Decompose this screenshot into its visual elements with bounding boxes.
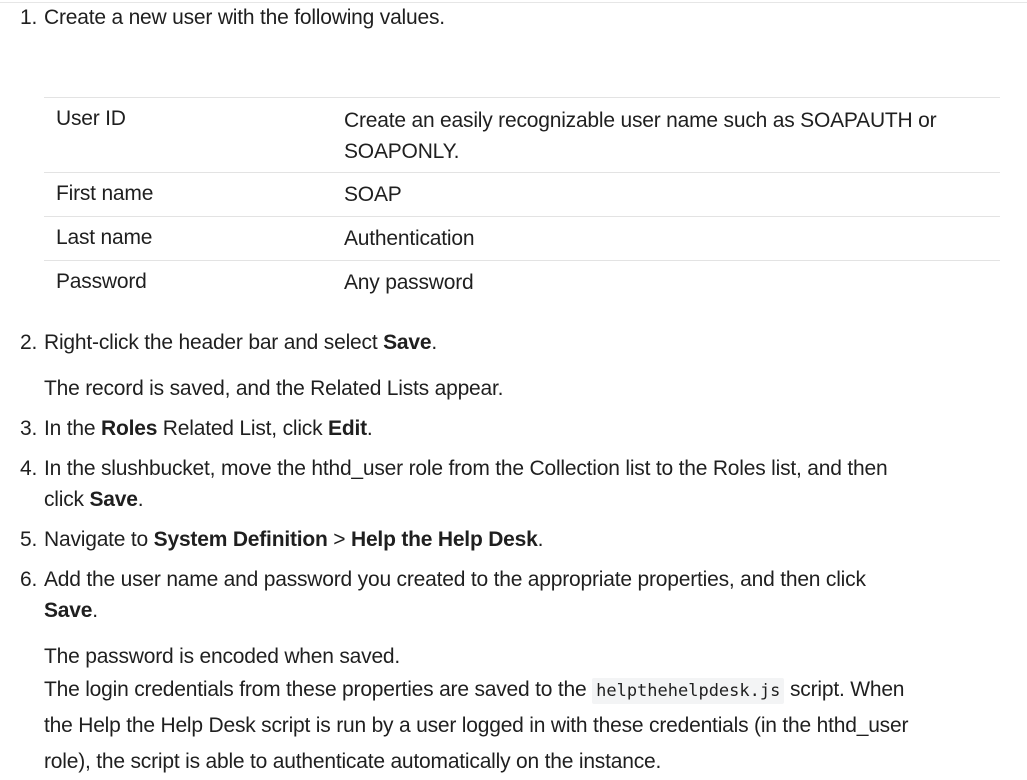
step-number: 3. — [20, 417, 38, 440]
step-note: the Help the Help Desk script is run by … — [44, 714, 909, 737]
step-number: 6. — [20, 568, 38, 591]
step-number: 5. — [20, 528, 38, 551]
step-number: 4. — [20, 457, 38, 480]
table-row: Last name Authentication — [44, 217, 1000, 261]
step-text: Navigate to System Definition > Help the… — [44, 528, 544, 551]
step-text: Add the user name and password you creat… — [44, 568, 866, 591]
step-number: 2. — [20, 331, 38, 354]
table-value: Any password — [344, 271, 474, 294]
table-row: User ID Create an easily recognizable us… — [44, 98, 1000, 173]
table-row: Password Any password — [44, 261, 1000, 304]
step-note: The password is encoded when saved. — [44, 645, 401, 668]
table-row: First name SOAP — [44, 173, 1000, 217]
ui-term-edit: Edit — [328, 417, 367, 440]
step-number: 1. — [20, 6, 38, 29]
table-value: SOAP — [344, 183, 402, 206]
ui-term-save: Save — [383, 331, 432, 354]
ui-term-roles: Roles — [100, 417, 158, 440]
table-field: Last name — [56, 226, 153, 249]
step-note: role), the script is able to authenticat… — [44, 750, 662, 773]
ui-term-system-definition: System Definition — [153, 528, 328, 551]
step-note: The record is saved, and the Related Lis… — [44, 377, 504, 400]
table-value: Create an easily recognizable user name … — [344, 109, 937, 163]
ui-term-save: Save — [44, 599, 93, 622]
step-text: In the Roles Related List, click Edit. — [44, 417, 373, 440]
table-field: First name — [56, 182, 154, 205]
user-values-table: User ID Create an easily recognizable us… — [44, 97, 1000, 304]
top-divider — [0, 2, 1027, 3]
step-note: The login credentials from these propert… — [44, 678, 904, 704]
ui-term-help-the-help-desk: Help the Help Desk — [350, 528, 538, 551]
step-text-continued: Save. — [44, 599, 98, 622]
table-value: Authentication — [344, 227, 475, 250]
ui-term-save: Save — [89, 488, 138, 511]
table-field: Password — [56, 270, 147, 293]
step-text: Right-click the header bar and select Sa… — [44, 331, 437, 354]
step-text: In the slushbucket, move the hthd_user r… — [44, 457, 888, 480]
table-field: User ID — [56, 107, 126, 130]
script-filename-code: helpthehelpdesk.js — [592, 678, 785, 704]
step-text: Create a new user with the following val… — [44, 6, 445, 29]
step-text-continued: click Save. — [44, 488, 144, 511]
